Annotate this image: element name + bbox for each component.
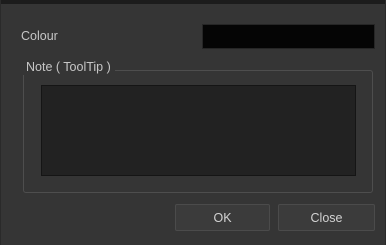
ok-button[interactable]: OK [175, 204, 270, 231]
note-group-title: Note ( ToolTip ) [22, 59, 115, 75]
note-text-area[interactable] [41, 85, 356, 176]
colour-swatch-button[interactable] [202, 24, 375, 49]
window-top-edge [1, 0, 385, 4]
tooltip-note-dialog: Colour Note ( ToolTip ) OK Close [0, 0, 386, 245]
close-button[interactable]: Close [278, 204, 375, 231]
colour-label: Colour [21, 29, 58, 43]
